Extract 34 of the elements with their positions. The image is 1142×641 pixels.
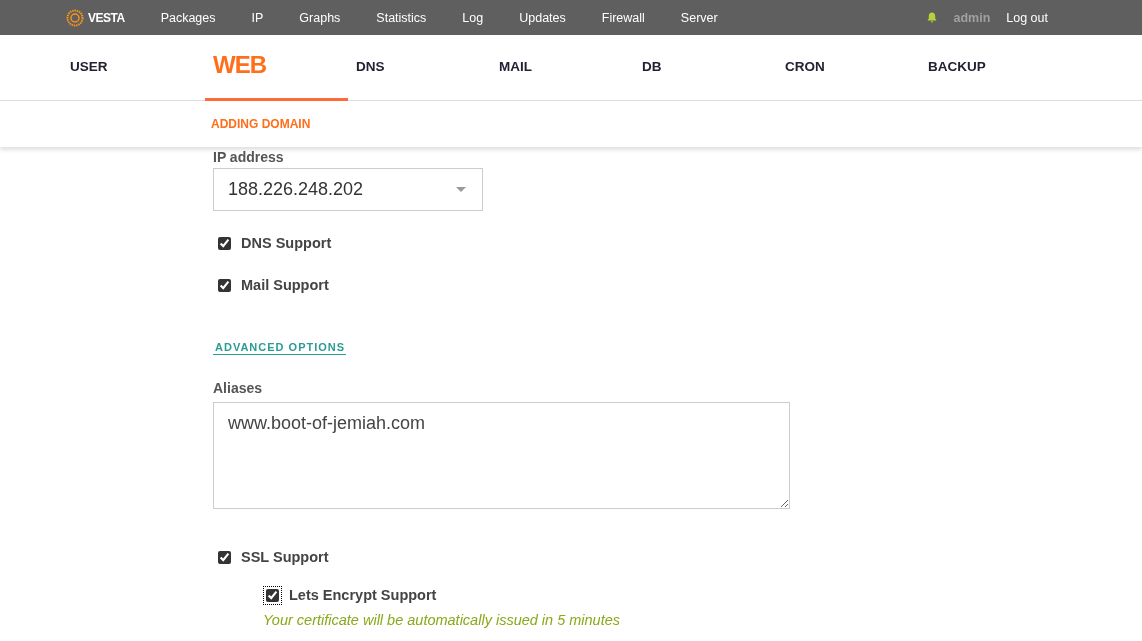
menu-link[interactable]: IP xyxy=(251,10,264,25)
aliases-field[interactable]: www.boot-of-jemiah.com xyxy=(213,402,790,509)
menu-link[interactable]: Firewall xyxy=(601,10,645,25)
nav-tab[interactable]: DB xyxy=(634,35,777,101)
page-subtitle: ADDING DOMAIN xyxy=(211,117,311,131)
nav-tab[interactable]: CRON xyxy=(777,35,920,101)
menu-link[interactable]: Packages xyxy=(160,10,216,25)
checkbox[interactable] xyxy=(218,278,231,292)
menu-link[interactable]: Statistics xyxy=(376,10,427,25)
info-note: Your certificate will be automatically issued in 5 minutes xyxy=(263,612,621,628)
nav-tab[interactable]: BACKUP xyxy=(920,35,1063,101)
nav-tab[interactable]: DNS xyxy=(348,35,491,101)
ip-select[interactable]: 188.226.248.202 xyxy=(213,168,483,211)
menu-link[interactable]: Server xyxy=(680,10,718,25)
checkbox-label: SSL Support xyxy=(241,549,329,565)
field-label: IP address xyxy=(213,149,284,165)
checkbox-label: Mail Support xyxy=(241,277,329,293)
vesta-logo[interactable]: VESTA xyxy=(66,8,125,27)
checkbox-label: DNS Support xyxy=(241,235,332,251)
bell-icon[interactable] xyxy=(927,12,938,23)
checkbox[interactable] xyxy=(266,588,279,602)
logo-ring-icon xyxy=(66,8,84,27)
menu-link[interactable]: Updates xyxy=(519,10,566,25)
menu-link[interactable]: Graphs xyxy=(299,10,341,25)
nav-tab[interactable]: MAIL xyxy=(491,35,634,101)
checkbox[interactable] xyxy=(218,236,231,250)
menu-link[interactable]: Log xyxy=(462,10,484,25)
checkbox-label: Lets Encrypt Support xyxy=(289,587,437,603)
field-label: Aliases xyxy=(213,380,263,396)
advanced-options-link[interactable]: ADVANCED OPTIONS xyxy=(213,341,347,355)
dropdown-caret-icon xyxy=(456,187,466,192)
checkbox[interactable] xyxy=(218,550,231,564)
logout-link[interactable]: Log out xyxy=(1006,10,1048,25)
nav-tab[interactable]: USER xyxy=(62,35,205,101)
